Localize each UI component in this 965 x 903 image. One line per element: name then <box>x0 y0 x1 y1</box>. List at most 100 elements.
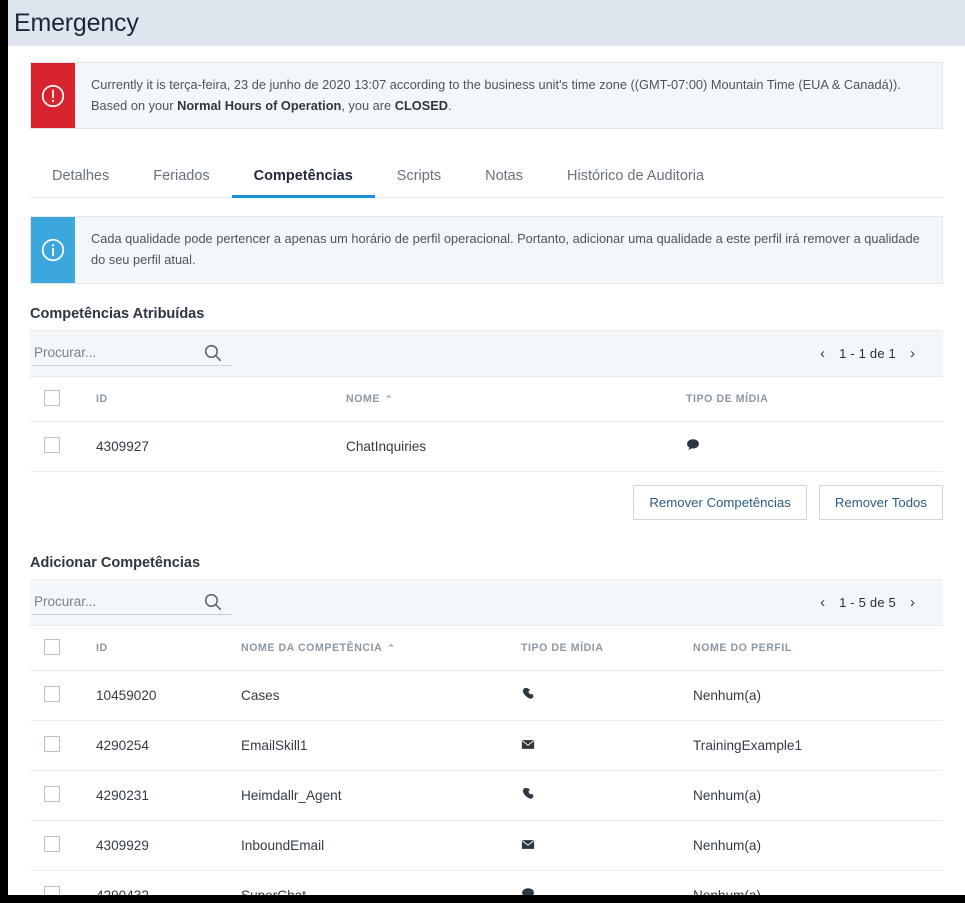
add-row-name: SuperChat <box>241 870 521 895</box>
add-col-media-type[interactable]: TIPO DE MÍDIA <box>521 624 693 671</box>
alert-line2-hours-label: Normal Hours of Operation <box>177 97 342 113</box>
phone-icon <box>521 687 535 704</box>
add-row-checkbox[interactable] <box>44 835 60 852</box>
add-row-checkbox[interactable] <box>44 685 60 702</box>
assigned-header-row: ID NOME ⌃ TIPO DE MÍDIA <box>30 375 943 422</box>
assigned-search-input[interactable] <box>32 340 232 366</box>
closed-status-alert: Currently it is terça-feira, 23 de junho… <box>30 62 943 130</box>
assigned-col-name-label: NOME <box>346 393 380 406</box>
table-row[interactable]: 4309929 InboundEmail Nenhum(a) <box>30 820 943 871</box>
add-row-profile: Nenhum(a) <box>693 670 943 721</box>
add-col-skill-name-label: NOME DA COMPETÊNCIA <box>241 642 383 655</box>
add-skills-toolbar: ‹ 1 - 5 de 5 › <box>30 578 943 625</box>
tab-scripts[interactable]: Scripts <box>375 168 463 197</box>
add-row-select-cell <box>30 720 96 771</box>
remove-all-button[interactable]: Remover Todos <box>818 484 943 520</box>
add-row-media <box>521 770 693 821</box>
add-pagination: ‹ 1 - 5 de 5 › <box>820 595 933 610</box>
add-row-checkbox[interactable] <box>44 785 60 802</box>
envelope-icon <box>521 838 535 853</box>
exclamation-circle-icon <box>31 63 75 129</box>
assigned-row-media <box>686 421 943 472</box>
add-row-select-cell <box>30 820 96 871</box>
add-row-id: 4290432 <box>96 870 241 895</box>
assigned-skills-table: ID NOME ⌃ TIPO DE MÍDIA 4309927 ChatInqu… <box>30 375 943 472</box>
remove-skills-button[interactable]: Remover Competências <box>633 484 807 520</box>
assigned-col-name[interactable]: NOME ⌃ <box>346 375 686 422</box>
add-row-name: EmailSkill1 <box>241 720 521 771</box>
table-row[interactable]: 4290254 EmailSkill1 TrainingExample1 <box>30 720 943 771</box>
assigned-table-body: 4309927 ChatInquiries <box>30 421 943 472</box>
assigned-prev-page-button[interactable]: ‹ <box>820 346 825 361</box>
add-row-select-cell <box>30 870 96 895</box>
assigned-table-header: ID NOME ⌃ TIPO DE MÍDIA <box>30 375 943 422</box>
assigned-select-all-header <box>30 375 96 422</box>
add-row-profile: Nenhum(a) <box>693 820 943 871</box>
add-search-wrapper <box>30 589 232 615</box>
tab-notas[interactable]: Notas <box>463 168 545 197</box>
sort-asc-icon: ⌃ <box>387 643 396 654</box>
assigned-row-name: ChatInquiries <box>346 421 686 472</box>
phone-icon <box>521 787 535 804</box>
alert-line1-prefix: Currently it is <box>91 77 170 92</box>
add-row-profile: TrainingExample1 <box>693 720 943 771</box>
add-col-skill-name[interactable]: NOME DA COMPETÊNCIA ⌃ <box>241 624 521 671</box>
assigned-row-id: 4309927 <box>96 421 346 472</box>
add-select-all-checkbox[interactable] <box>44 638 60 655</box>
add-row-id: 4290231 <box>96 770 241 821</box>
closed-status-text: Currently it is terça-feira, 23 de junho… <box>75 63 915 128</box>
table-row[interactable]: 10459020 Cases Nenhum(a) <box>30 670 943 721</box>
add-row-id: 10459020 <box>96 670 241 721</box>
tab-feriados[interactable]: Feriados <box>131 168 231 197</box>
add-col-id[interactable]: ID <box>96 624 241 671</box>
add-skills-table: ID NOME DA COMPETÊNCIA ⌃ TIPO DE MÍDIA NO… <box>30 624 943 895</box>
table-row[interactable]: 4290432 SuperChat Nenhum(a) <box>30 870 943 895</box>
add-prev-page-button[interactable]: ‹ <box>820 595 825 610</box>
alert-line2-suffix: . <box>448 97 452 113</box>
assigned-pagination: ‹ 1 - 1 de 1 › <box>820 346 933 361</box>
assigned-row-select-cell <box>30 421 96 472</box>
envelope-icon <box>521 738 535 753</box>
assigned-skills-panel: ‹ 1 - 1 de 1 › ID NOME ⌃ <box>30 329 943 533</box>
assigned-skills-toolbar: ‹ 1 - 1 de 1 › <box>30 329 943 376</box>
window-titlebar: Emergency <box>8 0 965 46</box>
assigned-next-page-button[interactable]: › <box>910 346 915 361</box>
sort-asc-icon: ⌃ <box>384 394 394 405</box>
add-row-name: Cases <box>241 670 521 721</box>
tab-detalhes[interactable]: Detalhes <box>30 168 131 197</box>
alert-line1-datetime: terça-feira, 23 de junho de 2020 13:07 <box>169 77 387 92</box>
add-row-name: Heimdallr_Agent <box>241 770 521 821</box>
add-row-select-cell <box>30 670 96 721</box>
add-skills-title: Adicionar Competências <box>30 554 201 571</box>
add-row-profile: Nenhum(a) <box>693 870 943 895</box>
assigned-select-all-checkbox[interactable] <box>44 389 60 406</box>
add-row-profile: Nenhum(a) <box>693 770 943 821</box>
add-skills-panel: ‹ 1 - 5 de 5 › ID NOME DA COMP <box>30 578 943 895</box>
add-row-checkbox[interactable] <box>44 885 60 895</box>
add-row-media <box>521 670 693 721</box>
assigned-search-wrapper <box>30 340 232 366</box>
assigned-skills-title: Competências Atribuídas <box>30 305 205 322</box>
add-row-select-cell <box>30 770 96 821</box>
add-table-body: 10459020 Cases Nenhum(a) 4290254 EmailSk… <box>30 670 943 895</box>
add-table-header: ID NOME DA COMPETÊNCIA ⌃ TIPO DE MÍDIA NO… <box>30 624 943 671</box>
skill-profile-info-alert: Cada qualidade pode pertencer a apenas u… <box>30 216 943 284</box>
add-search-input[interactable] <box>32 589 232 615</box>
tab-bar: Detalhes Feriados Competências Scripts N… <box>30 149 943 199</box>
add-row-checkbox[interactable] <box>44 735 60 752</box>
add-next-page-button[interactable]: › <box>910 595 915 610</box>
assigned-col-media-type[interactable]: TIPO DE MÍDIA <box>686 375 943 422</box>
table-row[interactable]: 4290231 Heimdallr_Agent Nenhum(a) <box>30 770 943 821</box>
add-col-profile-name[interactable]: NOME DO PERFIL <box>693 624 943 671</box>
chat-bubble-icon <box>521 887 535 895</box>
table-row[interactable]: 4309927 ChatInquiries <box>30 421 943 472</box>
alert-line1-suffix: according to the business unit's time zo… <box>386 77 901 92</box>
alert-line2-prefix: Based on your <box>91 97 178 113</box>
assigned-row-checkbox[interactable] <box>44 436 60 453</box>
add-header-row: ID NOME DA COMPETÊNCIA ⌃ TIPO DE MÍDIA NO… <box>30 624 943 671</box>
screenshot-viewport: Emergency Currently it is terça-feira, 2… <box>0 0 965 903</box>
tab-competencias[interactable]: Competências <box>231 168 375 199</box>
add-row-media <box>521 820 693 871</box>
tab-historico-de-auditoria[interactable]: Histórico de Auditoria <box>545 168 726 197</box>
assigned-col-id[interactable]: ID <box>96 375 346 422</box>
